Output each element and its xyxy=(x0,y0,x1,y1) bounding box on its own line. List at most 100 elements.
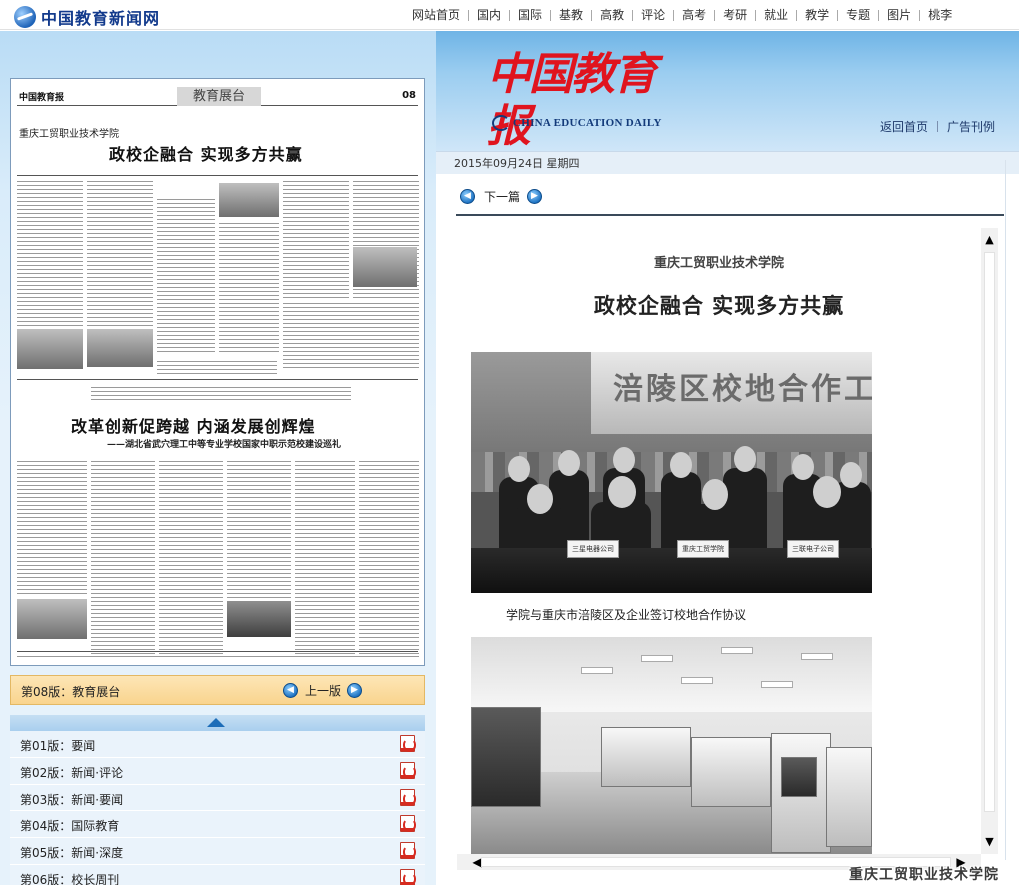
nav-link[interactable]: 高教 xyxy=(592,0,632,30)
paper-logo: 中国教育报 CHINA EDUCATION DAILY xyxy=(487,49,687,152)
photo-head xyxy=(792,454,814,480)
edition-list-item[interactable]: 第02版：新闻·评论 xyxy=(10,757,425,785)
scroll-down-icon[interactable]: ▼ xyxy=(981,832,998,852)
nav-link[interactable]: 国内 xyxy=(469,0,509,30)
thumb-text-block[interactable] xyxy=(227,459,291,599)
thumb-headline-2[interactable]: 改革创新促跨越 内涵发展创辉煌 xyxy=(71,413,316,437)
thumb-headline-2-sub: ——湖北省武穴理工中等专业学校国家中职示范校建设巡礼 xyxy=(107,440,342,450)
thumb-rule xyxy=(17,175,418,176)
photo-lamp xyxy=(761,681,793,688)
thumb-headline-1[interactable]: 政校企融合 实现多方共赢 xyxy=(109,141,303,165)
article-title: 政校企融合 实现多方共赢 xyxy=(593,293,845,318)
thumb-text-block[interactable] xyxy=(295,459,355,659)
edition-list-item[interactable]: 第04版：国际教育 xyxy=(10,811,425,839)
page-number: 08 xyxy=(402,90,416,101)
thumb-rule xyxy=(17,379,418,380)
photo-head xyxy=(527,484,553,514)
pdf-icon[interactable] xyxy=(400,761,416,779)
thumb-intro-text[interactable] xyxy=(91,385,351,403)
edition-label: 第05版：新闻·深度 xyxy=(20,846,124,861)
site-name: 中国教育新闻网 xyxy=(41,9,161,28)
photo-lamp xyxy=(801,653,833,660)
photo-machine xyxy=(691,737,771,807)
nav-link[interactable]: 基教 xyxy=(551,0,591,30)
watermark-text: 重庆工贸职业技术学院 xyxy=(849,867,999,883)
nav-link[interactable]: 考研 xyxy=(715,0,755,30)
thumb-text-block[interactable] xyxy=(359,459,419,659)
nav-link[interactable]: 高考 xyxy=(674,0,714,30)
paper-name-en: CHINA EDUCATION DAILY xyxy=(513,117,662,129)
thumb-photo[interactable] xyxy=(87,329,153,367)
home-link[interactable]: 返回首页 xyxy=(880,118,928,135)
photo-head xyxy=(813,476,841,508)
prev-edition-label: 上一版 xyxy=(305,684,342,698)
thumb-subheadline: 重庆工贸职业技术学院 xyxy=(19,129,119,140)
photo-lamp xyxy=(681,677,713,684)
top-nav-bar: 中国教育新闻网 网站首页 国内 国际 基教 高教 评论 高考 考研 就业 教学 专题 图片 桃李 xyxy=(0,0,1019,30)
issue-date: 2015年09月24日 星期四 xyxy=(454,157,580,170)
thumb-photo[interactable] xyxy=(17,329,83,369)
arrow-left-icon: ◀ xyxy=(283,683,298,698)
page-section-name: 教育展台 xyxy=(177,87,261,106)
thumb-photo[interactable] xyxy=(17,599,87,639)
photo-lamp xyxy=(581,667,613,674)
page-masthead: 中国教育报 教育展台 08 xyxy=(17,84,418,106)
nav-link[interactable]: 图片 xyxy=(879,0,919,30)
current-edition-label: 第08版：教育展台 xyxy=(21,685,121,699)
arrow-right-icon: ▶ xyxy=(527,189,543,204)
edition-label: 第02版：新闻·评论 xyxy=(20,765,124,780)
pdf-icon[interactable] xyxy=(400,842,416,860)
article-content: 重庆工贸职业技术学院 政校企融合 实现多方共赢 涪陵区校地合作工 三星电器公司 … xyxy=(457,228,981,854)
edition-list-item[interactable]: 第06版：校长周刊 xyxy=(10,864,425,885)
nav-link[interactable]: 桃李 xyxy=(920,0,960,30)
arrow-left-icon: ◀ xyxy=(460,189,475,204)
paper-name-cn: 中国教育报 xyxy=(487,49,657,152)
article-vertical-scrollbar[interactable]: ▲ ▼ xyxy=(981,228,998,854)
photo-machine xyxy=(601,727,691,787)
thumb-text-block[interactable] xyxy=(283,301,419,371)
edition-label: 第04版：国际教育 xyxy=(20,819,120,834)
pdf-icon[interactable] xyxy=(400,868,416,885)
pdf-icon[interactable] xyxy=(400,735,416,752)
edition-list-scroll-up[interactable] xyxy=(10,715,425,731)
thumb-rule xyxy=(17,651,418,652)
thumb-photo[interactable] xyxy=(227,601,291,637)
nav-link[interactable]: 评论 xyxy=(633,0,673,30)
thumb-text-block[interactable] xyxy=(157,197,215,355)
photo-head xyxy=(613,447,635,473)
article-divider xyxy=(456,214,1004,216)
site-logo[interactable]: 中国教育新闻网 xyxy=(14,5,160,29)
edition-list-item[interactable]: 第01版：要闻 xyxy=(10,731,425,758)
photo-machine-panel xyxy=(781,757,817,797)
photo-machine xyxy=(826,747,872,847)
edition-list-item[interactable]: 第05版：新闻·深度 xyxy=(10,838,425,865)
thumb-text-block[interactable] xyxy=(17,179,83,329)
newspaper-page-thumbnail[interactable]: 中国教育报 教育展台 08 重庆工贸职业技术学院 政校企融合 实现多方共赢 改革… xyxy=(10,78,425,666)
photo-banner-text: 涪陵区校地合作工 xyxy=(613,372,872,407)
thumb-text-block[interactable] xyxy=(159,459,223,659)
edition-list-item[interactable]: 第03版：新闻·要闻 xyxy=(10,784,425,812)
thumb-text-block[interactable] xyxy=(157,359,277,375)
header-links: 返回首页 广告刊例 xyxy=(880,118,995,135)
pdf-icon[interactable] xyxy=(400,788,416,806)
nav-link[interactable]: 教学 xyxy=(797,0,837,30)
scroll-up-icon[interactable]: ▲ xyxy=(981,230,998,250)
nav-link[interactable]: 就业 xyxy=(756,0,796,30)
thumb-text-block[interactable] xyxy=(219,221,279,355)
thumb-text-block[interactable] xyxy=(17,459,87,595)
article-subtitle: 重庆工贸职业技术学院 xyxy=(653,256,784,271)
mini-paper-name: 中国教育报 xyxy=(19,93,65,103)
thumb-photo[interactable] xyxy=(353,247,417,287)
current-edition-bar: 第08版：教育展台 ◀ 上一版 ▶ xyxy=(10,675,425,705)
thumb-photo[interactable] xyxy=(219,183,279,217)
ads-link[interactable]: 广告刊例 xyxy=(947,118,995,135)
nav-link[interactable]: 专题 xyxy=(838,0,878,30)
nav-link[interactable]: 网站首页 xyxy=(404,0,468,30)
prev-edition-button[interactable]: ◀ 上一版 ▶ xyxy=(283,682,363,699)
vertical-scroll-thumb[interactable] xyxy=(984,252,995,812)
nav-link[interactable]: 国际 xyxy=(510,0,550,30)
photo-name-plate: 三星电器公司 xyxy=(567,540,619,558)
next-article-button[interactable]: ◀ 下一篇 ▶ xyxy=(460,188,543,205)
pdf-icon[interactable] xyxy=(400,815,416,833)
thumb-text-block[interactable] xyxy=(91,459,155,659)
